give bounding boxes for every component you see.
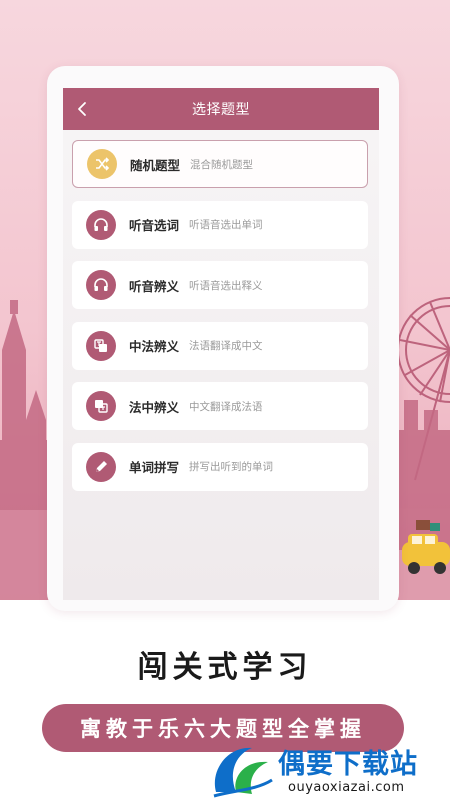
app-header: 选择题型 [63, 88, 379, 130]
item-label: 中法辨义 [129, 339, 180, 354]
list-item-listen-meaning[interactable]: 听音辨义 听语音选出释义 [72, 261, 368, 309]
list-item-zh-to-fr[interactable]: 法中辨义 中文翻译成法语 [72, 382, 368, 430]
app-screen: 选择题型 随机题型 混合随机题型 听音选词 听语音选出单词 听音辨义 听语音选出… [63, 88, 379, 600]
item-description: 法语翻译成中文 [189, 340, 263, 352]
item-description: 拼写出听到的单词 [189, 461, 274, 473]
item-label: 听音选词 [129, 218, 180, 233]
headphones-icon [86, 209, 116, 240]
list-item-random[interactable]: 随机题型 混合随机题型 [72, 140, 368, 188]
translate-icon [86, 330, 116, 361]
watermark-title: 偶要下载站 [278, 749, 418, 780]
watermark-url: ouyaoxiazai.com [288, 780, 405, 795]
item-description: 中文翻译成法语 [189, 400, 263, 413]
site-watermark: 偶要下载站 ouyaoxiazai.com [206, 740, 450, 800]
page-title: 选择题型 [192, 102, 250, 118]
list-item-spelling[interactable]: 单词拼写 拼写出听到的单词 [72, 442, 368, 491]
promo-slogan: 闯关式学习 [137, 650, 313, 685]
item-description: 混合随机题型 [190, 158, 254, 171]
list-item-listen-word[interactable]: 听音选词 听语音选出单词 [72, 200, 368, 249]
shuffle-icon [87, 149, 117, 179]
pencil-icon [86, 451, 116, 482]
item-label: 单词拼写 [129, 460, 180, 475]
translate-icon [86, 391, 116, 421]
item-description: 听语音选出单词 [189, 219, 263, 231]
question-type-list: 随机题型 混合随机题型 听音选词 听语音选出单词 听音辨义 听语音选出释义 中法… [72, 140, 368, 503]
item-label: 随机题型 [130, 157, 181, 173]
item-label: 法中辨义 [129, 399, 180, 415]
item-description: 听语音选出释义 [189, 279, 263, 292]
item-label: 听音辨义 [129, 278, 180, 294]
watermark-logo-icon [213, 747, 273, 798]
list-item-fr-to-zh[interactable]: 中法辨义 法语翻译成中文 [72, 321, 368, 370]
back-arrow-icon[interactable] [73, 99, 93, 119]
headphones-icon [86, 270, 116, 300]
